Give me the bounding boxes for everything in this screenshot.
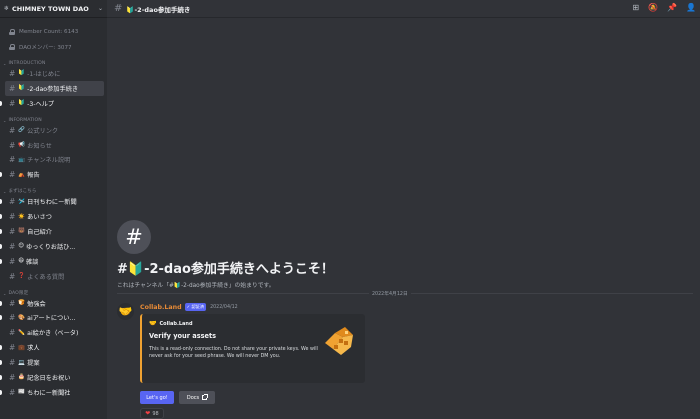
heart-icon: ❤ [145, 410, 151, 417]
welcome-title: #🔰-2-dao参加手続きへようこそ！ [117, 262, 334, 277]
docs-button[interactable]: Docs [179, 391, 215, 404]
embed-title: Verify your assets [149, 332, 217, 340]
hash-icon: # [9, 298, 16, 308]
hash-icon: # [9, 125, 16, 135]
reaction-count: 98 [152, 410, 159, 417]
unread-indicator [0, 243, 2, 249]
unread-indicator [0, 172, 2, 178]
channel-item-active[interactable]: # 🔰 -2-dao参加手続き [5, 80, 104, 96]
hash-icon: # [9, 226, 16, 236]
unread-indicator [0, 375, 2, 381]
channel-item[interactable]: # 💼 求人 [0, 340, 104, 355]
pin-icon[interactable]: 📌 [667, 3, 677, 12]
unread-indicator [0, 300, 2, 306]
message-embed: 🤝 Collab.Land Verify your assets This is… [140, 314, 365, 383]
chevron-down-icon: ⌄ [3, 290, 7, 296]
channel-item[interactable]: # 🔰 -1-はじめに [5, 66, 104, 81]
hash-icon: # [9, 83, 16, 93]
embed-author: 🤝 Collab.Land [149, 320, 193, 327]
channel-item[interactable]: # ⛺ 報告 [0, 167, 104, 182]
embed-description: This is a read-only connection. Do not s… [149, 347, 318, 359]
channel-sidebar: ❄ CHIMNEY TOWN DAO ⌄ Member Count: 6143 … [0, 0, 107, 419]
hash-icon: # [9, 358, 16, 368]
stat-channel-dao-members[interactable]: DAOメンバー: 3077 [0, 39, 107, 54]
hash-icon: # [9, 170, 16, 180]
external-link-icon [202, 394, 209, 400]
channel-item[interactable]: # 📰 ちわにー新聞社 [0, 385, 104, 400]
hash-icon: # [9, 387, 16, 397]
hash-icon: # [9, 271, 16, 281]
hash-icon: # [9, 212, 16, 222]
hash-icon: # [9, 313, 16, 323]
channel-item[interactable]: # 🎂 記念日をお祝い [0, 370, 104, 385]
channel-item[interactable]: # 🐻 自己紹介 [0, 224, 104, 239]
hash-icon: # [9, 155, 16, 165]
channel-item[interactable]: # ✏️ ai絵かき（ベータ) [5, 325, 104, 340]
hash-icon: # [9, 328, 16, 338]
hash-icon: # [9, 197, 16, 207]
channel-item[interactable]: # 💻 提案 [0, 355, 104, 370]
hash-icon: # [9, 372, 16, 382]
category-information[interactable]: ⌄ INFORMATION [0, 111, 107, 123]
snowflake-icon: ❄ [4, 5, 10, 12]
lets-go-button[interactable]: Let's go! [140, 391, 174, 404]
unread-indicator [0, 258, 2, 264]
hash-icon: # [9, 256, 16, 266]
chat-area: # #🔰-2-dao参加手続きへようこそ！ これはチャンネル「#🔰-2-dao参… [107, 18, 700, 419]
server-header[interactable]: ❄ CHIMNEY TOWN DAO ⌄ [0, 0, 107, 18]
channel-item[interactable]: # 🛩️ 日刊ちわにー新聞 [0, 194, 104, 209]
verified-bot-badge: ✓ 認証済 [184, 303, 207, 311]
server-name: CHIMNEY TOWN DAO [12, 4, 89, 13]
avatar[interactable]: 🤝 [117, 303, 134, 320]
channel-item[interactable]: # 🔗 公式リンク [5, 123, 104, 138]
message-timestamp: 2022/04/12 [210, 304, 238, 310]
chevron-down-icon: ⌄ [3, 117, 7, 123]
channel-item[interactable]: # 📺 チャンネル説明 [5, 152, 104, 167]
hash-icon: # [9, 98, 16, 108]
lock-icon [9, 28, 15, 35]
unread-indicator [0, 315, 2, 321]
category-dao[interactable]: ⌄ DAO限定 [0, 284, 107, 296]
unread-indicator [0, 345, 2, 351]
channel-item[interactable]: # ❓ よくある質問 [5, 269, 104, 284]
welcome-subtitle: これはチャンネル「#🔰-2-dao参加手続き」の始まりです。 [117, 283, 275, 289]
collab-land-logo-icon: 🤝 [149, 320, 157, 327]
date-divider-label: 2022年4月12日 [369, 290, 411, 297]
channel-header: # 🔰-2-dao参加手続き ⊞ 🔕 📌 👤 [107, 0, 700, 18]
channel-item[interactable]: # 🍞 勉強会 [0, 296, 104, 311]
chevron-down-icon[interactable]: ⌄ [98, 5, 103, 12]
channel-item[interactable]: # 📢 お知らせ [5, 138, 104, 153]
stat-channel-member-count[interactable]: Member Count: 6143 [0, 24, 107, 39]
category-introduction[interactable]: ⌄ INTRODUCTION [0, 54, 107, 66]
members-icon[interactable]: 👤 [686, 3, 696, 12]
reaction-heart[interactable]: ❤ 98 [140, 408, 164, 419]
unread-indicator [0, 100, 2, 106]
mute-bell-icon[interactable]: 🔕 [648, 3, 658, 12]
lock-icon [9, 43, 15, 50]
channel-item[interactable]: # ☀️ あいさつ [0, 209, 104, 224]
unread-indicator [0, 360, 2, 366]
channel-item[interactable]: # 🔰 -3-ヘルプ [0, 96, 104, 111]
channel-title: 🔰-2-dao参加手続き [126, 5, 191, 14]
channel-item[interactable]: # 🎨 aiアートについ... [0, 310, 104, 325]
unread-indicator [0, 199, 2, 205]
channel-item[interactable]: # 😊 ゆっくりお話ひ... [0, 239, 104, 254]
hash-icon: # [9, 140, 16, 150]
header-toolbar: ⊞ 🔕 📌 👤 [632, 3, 696, 12]
threads-icon[interactable]: ⊞ [632, 3, 639, 12]
unread-indicator [0, 389, 2, 395]
handshake-thumbnail-icon [325, 327, 353, 355]
message-author[interactable]: Collab.Land [140, 304, 182, 311]
hash-icon: # [117, 220, 151, 254]
hash-icon: # [9, 241, 16, 251]
unread-indicator [0, 214, 2, 220]
channel-item[interactable]: # 😄 雑談 [0, 254, 104, 269]
hash-icon: # [9, 343, 16, 353]
message-header: Collab.Land ✓ 認証済 2022/04/12 [140, 303, 238, 311]
hash-icon: # [9, 68, 16, 78]
unread-indicator [0, 229, 2, 235]
category-start[interactable]: ⌄ まずはこちら [0, 182, 107, 194]
hash-icon: # [114, 3, 123, 14]
